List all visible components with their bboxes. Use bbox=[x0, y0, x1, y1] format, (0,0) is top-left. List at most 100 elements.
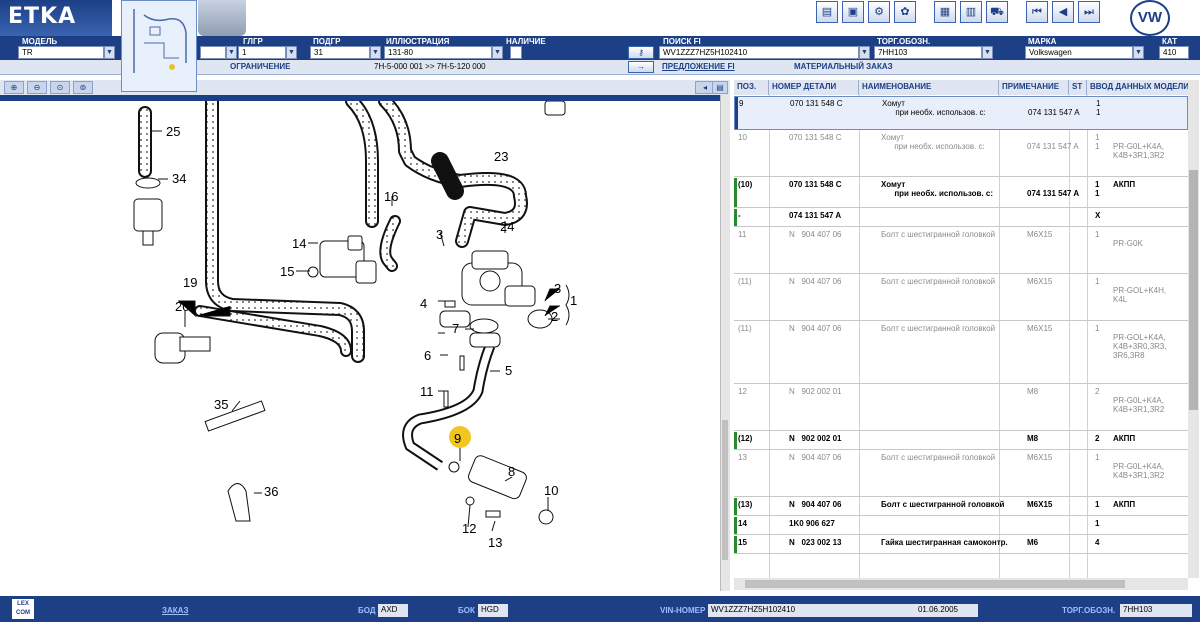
callout-13[interactable]: 13 bbox=[488, 535, 502, 550]
col-st[interactable]: ST bbox=[1069, 80, 1087, 95]
cell-st: 2 bbox=[1095, 387, 1100, 396]
callout-23[interactable]: 23 bbox=[494, 149, 508, 164]
vin-value: WV1ZZZ7HZ5H102410 bbox=[708, 604, 898, 617]
bok-label: БОК bbox=[458, 606, 475, 615]
table-row[interactable]: 14 1K0 906 627 1 bbox=[734, 517, 1188, 535]
callout-20[interactable]: 20 bbox=[175, 299, 189, 314]
table-row[interactable]: 15 N 023 002 13 Гайка шестигранная самокон… bbox=[734, 536, 1188, 554]
table-row[interactable]: 12 N 902 002 01 M8 2 PR-G0L+K4A, K4B+3R1,3R… bbox=[734, 385, 1188, 431]
callout-8[interactable]: 8 bbox=[508, 464, 515, 479]
table-hscroll-thumb[interactable] bbox=[745, 580, 1125, 588]
key-icon[interactable]: ⚷ bbox=[628, 46, 654, 59]
table-row[interactable]: (11) N 904 407 06 Болт с шестигранной голо… bbox=[734, 322, 1188, 384]
podgr-dropdown-icon[interactable]: ▼ bbox=[370, 46, 381, 59]
callout-34[interactable]: 34 bbox=[172, 171, 186, 186]
callout-7[interactable]: 7 bbox=[452, 321, 459, 336]
blank-dropdown-icon[interactable]: ▼ bbox=[226, 46, 237, 59]
brand-dropdown-icon[interactable]: ▼ bbox=[1133, 46, 1144, 59]
table-row[interactable]: 10 070 131 548 C Хомут при необх. использо… bbox=[734, 131, 1188, 177]
callout-24[interactable]: 24 bbox=[500, 219, 514, 234]
cell-note: M6X15 bbox=[1027, 230, 1053, 239]
callout-2[interactable]: 2 bbox=[551, 309, 558, 324]
podgr-field[interactable]: 31 bbox=[310, 46, 370, 59]
glgr-dropdown-icon[interactable]: ▼ bbox=[286, 46, 297, 59]
material-order-link[interactable]: МАТЕРИАЛЬНЫЙ ЗАКАЗ bbox=[794, 62, 893, 71]
parts-illustration[interactable]: 2534161415192023243314726511981012133536 bbox=[0, 101, 720, 591]
callout-15[interactable]: 15 bbox=[280, 264, 294, 279]
catalog-field[interactable]: 410 bbox=[1159, 46, 1189, 59]
callout-3[interactable]: 3 bbox=[436, 227, 443, 242]
table-scroll-thumb[interactable] bbox=[1189, 170, 1198, 410]
table-row[interactable]: (10) 070 131 548 C Хомут при необх. исполь… bbox=[734, 178, 1188, 208]
search-fi-field[interactable]: WV1ZZZ7HZ5H102410 bbox=[659, 46, 859, 59]
diagram-menu-icon[interactable]: ▤ bbox=[712, 81, 728, 94]
callout-10[interactable]: 10 bbox=[544, 483, 558, 498]
callout-4[interactable]: 4 bbox=[420, 296, 427, 311]
col-part-number[interactable]: НОМЕР ДЕТАЛИ bbox=[769, 80, 859, 95]
arrow-right-icon[interactable]: → bbox=[628, 61, 654, 73]
table-row[interactable]: - 074 131 547 A X bbox=[734, 209, 1188, 227]
service-icon[interactable]: ⚙ bbox=[868, 1, 890, 23]
callout-35[interactable]: 35 bbox=[214, 397, 228, 412]
callout-6[interactable]: 6 bbox=[424, 348, 431, 363]
callout-12[interactable]: 12 bbox=[462, 521, 476, 536]
dispo-icon[interactable]: ▥ bbox=[960, 1, 982, 23]
callout-3[interactable]: 3 bbox=[554, 281, 561, 296]
table-row[interactable]: 13 N 904 407 06 Болт с шестигранной головк… bbox=[734, 451, 1188, 497]
callout-9[interactable]: 9 bbox=[454, 431, 461, 446]
prev-page-icon[interactable]: ◀ bbox=[1052, 1, 1074, 23]
callout-14[interactable]: 14 bbox=[292, 236, 306, 251]
torg-dropdown-icon[interactable]: ▼ bbox=[982, 46, 993, 59]
callout-19[interactable]: 19 bbox=[183, 275, 197, 290]
zoom-reset-icon[interactable]: ⊚ bbox=[73, 81, 93, 94]
zoom-in-icon[interactable]: ⊕ bbox=[4, 81, 24, 94]
zoom-out-icon[interactable]: ⊖ bbox=[27, 81, 47, 94]
cell-name: Гайка шестигранная самоконтр. bbox=[881, 538, 1008, 547]
table-row[interactable]: (11) N 904 407 06 Болт с шестигранной голо… bbox=[734, 275, 1188, 321]
model-field[interactable]: TR bbox=[18, 46, 104, 59]
cart-icon[interactable]: ⛟ bbox=[986, 1, 1008, 23]
next-page-icon[interactable]: ⏭ bbox=[1078, 1, 1100, 23]
callout-11[interactable]: 11 bbox=[420, 384, 434, 399]
glgr-field[interactable]: 1 bbox=[238, 46, 286, 59]
table-row[interactable]: (13) N 904 407 06 Болт с шестигранной голо… bbox=[734, 498, 1188, 516]
illustration-field[interactable]: 131-80 bbox=[384, 46, 492, 59]
cell-model: АКПП bbox=[1113, 180, 1136, 189]
wheel-icon[interactable]: ✿ bbox=[894, 1, 916, 23]
col-name[interactable]: НАИМЕНОВАНИЕ bbox=[859, 80, 999, 95]
callout-25[interactable]: 25 bbox=[166, 124, 180, 139]
elsa-icon[interactable]: ▦ bbox=[934, 1, 956, 23]
callout-36[interactable]: 36 bbox=[264, 484, 278, 499]
cell-part: N 904 407 06 bbox=[789, 453, 842, 462]
callout-5[interactable]: 5 bbox=[505, 363, 512, 378]
table-row[interactable]: (12) N 902 002 01 M8 2 АКПП bbox=[734, 432, 1188, 450]
torg-status-value: 7HH103 bbox=[1120, 604, 1192, 617]
order-link[interactable]: ЗАКАЗ bbox=[162, 606, 188, 615]
brand-field[interactable]: Volkswagen bbox=[1025, 46, 1133, 59]
availability-checkbox[interactable] bbox=[510, 46, 522, 59]
col-model-input[interactable]: ВВОД ДАННЫХ МОДЕЛИ bbox=[1087, 80, 1188, 95]
blank-field[interactable] bbox=[200, 46, 226, 59]
table-row[interactable]: 9 070 131 548 C Хомут при необх. использов… bbox=[734, 96, 1188, 130]
search-fi-dropdown-icon[interactable]: ▼ bbox=[859, 46, 870, 59]
col-pos[interactable]: ПОЗ. bbox=[734, 80, 769, 95]
cell-note: M6X15 bbox=[1027, 453, 1053, 462]
model-dropdown-icon[interactable]: ▼ bbox=[104, 46, 115, 59]
podgr-label: ПОДГР bbox=[313, 37, 341, 46]
cell-note: 074 131 547 A bbox=[1027, 189, 1080, 198]
callout-1[interactable]: 1 bbox=[570, 293, 577, 308]
col-note[interactable]: ПРИМЕЧАНИЕ bbox=[999, 80, 1069, 95]
table-row[interactable]: 11 N 904 407 06 Болт с шестигранной головк… bbox=[734, 228, 1188, 274]
proposal-fi-link[interactable]: ПРЕДЛОЖЕНИЕ FI bbox=[662, 62, 735, 71]
print-icon[interactable]: ▤ bbox=[816, 1, 838, 23]
zoom-fit-icon[interactable]: ⊙ bbox=[50, 81, 70, 94]
diagram-scroll-thumb[interactable] bbox=[722, 420, 728, 560]
torg-field[interactable]: 7HH103 bbox=[874, 46, 982, 59]
catalog-icon[interactable]: ▣ bbox=[842, 1, 864, 23]
first-page-icon[interactable]: ⏮ bbox=[1026, 1, 1048, 23]
cell-name: Болт с шестигранной головкой bbox=[881, 230, 996, 239]
row-marker bbox=[734, 432, 737, 449]
callout-16[interactable]: 16 bbox=[384, 189, 398, 204]
illustration-dropdown-icon[interactable]: ▼ bbox=[492, 46, 503, 59]
illustration-thumbnail[interactable] bbox=[121, 0, 197, 92]
